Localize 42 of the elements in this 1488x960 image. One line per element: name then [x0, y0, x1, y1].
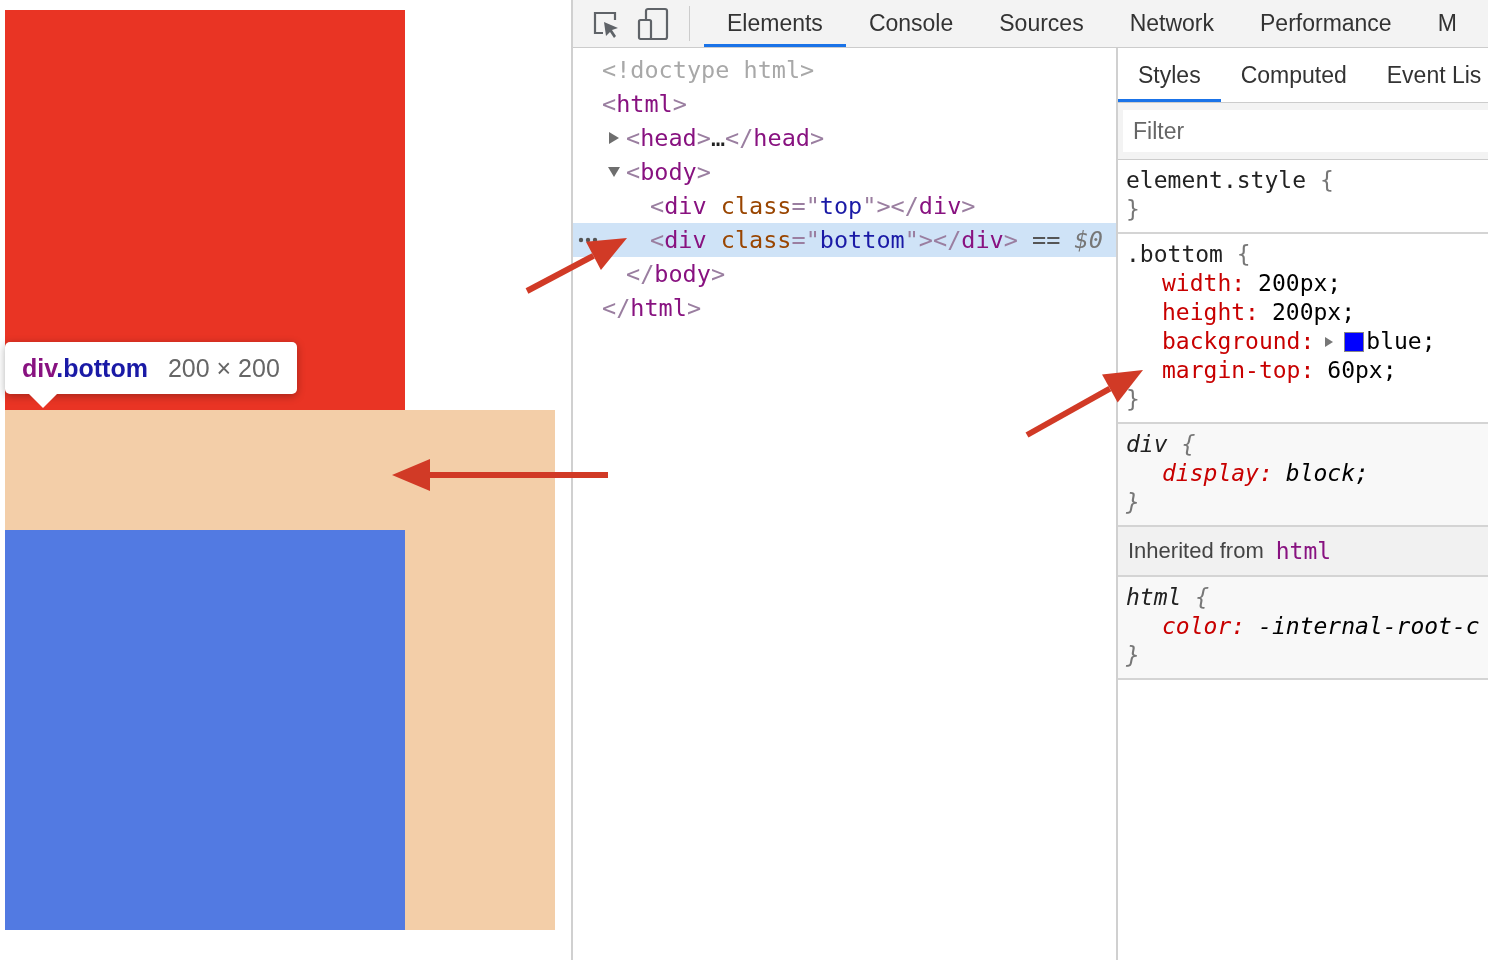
css-value: block;	[1285, 459, 1369, 488]
filter-field[interactable]: Filter	[1123, 110, 1488, 152]
device-icon[interactable]	[637, 6, 669, 41]
css-property: height:	[1162, 298, 1259, 327]
css-selector: html {	[1126, 583, 1210, 612]
sidebar-tab[interactable]: Event Lis	[1366, 48, 1488, 102]
panel-tab[interactable]: Network	[1106, 0, 1237, 47]
panel-tab[interactable]: Performance	[1237, 0, 1415, 47]
css-property: background:	[1162, 327, 1315, 356]
css-selector: element.style {	[1126, 166, 1334, 195]
inherited-source-link[interactable]: html	[1275, 538, 1332, 564]
dom-node-line[interactable]: <html>	[602, 90, 687, 118]
closing-brace: }	[1126, 385, 1140, 414]
element-size: 200 × 200	[167, 353, 280, 383]
dom-node-line[interactable]: <head>…</head>	[626, 124, 825, 152]
closing-brace: }	[1126, 488, 1140, 517]
element-selector: div.bottom	[22, 353, 148, 383]
css-property: width:	[1162, 269, 1246, 298]
panel-tab[interactable]: Sources	[976, 0, 1107, 47]
css-property: color:	[1162, 612, 1246, 641]
panel-tab[interactable]: Console	[845, 0, 977, 47]
sidebar-tab[interactable]: Computed	[1220, 48, 1367, 102]
panel-tab[interactable]: Elements	[704, 0, 846, 47]
dom-node-line[interactable]: </html>	[602, 294, 702, 322]
dom-node-line[interactable]: <div class="top"></div>	[650, 192, 976, 220]
css-selector: div {	[1126, 430, 1196, 459]
css-value: 60px;	[1327, 356, 1397, 385]
css-property: margin-top:	[1162, 356, 1315, 385]
closing-brace: }	[1126, 195, 1140, 224]
ellipsis-icon[interactable]	[578, 237, 598, 243]
css-value: -internal-root-c	[1258, 612, 1480, 641]
css-value: 200px;	[1271, 298, 1356, 327]
css-property: display:	[1162, 459, 1273, 488]
color-swatch[interactable]	[1344, 331, 1365, 352]
dom-node-line[interactable]: </body>	[626, 260, 726, 288]
inherited-label: Inherited from	[1128, 538, 1264, 564]
dom-node-line[interactable]: <body>	[626, 158, 711, 186]
closing-brace: }	[1126, 641, 1140, 670]
css-selector: .bottom {	[1126, 240, 1251, 269]
panel-tab[interactable]: M	[1414, 0, 1480, 47]
css-value: blue;	[1366, 327, 1436, 356]
css-value: 200px;	[1258, 269, 1342, 298]
